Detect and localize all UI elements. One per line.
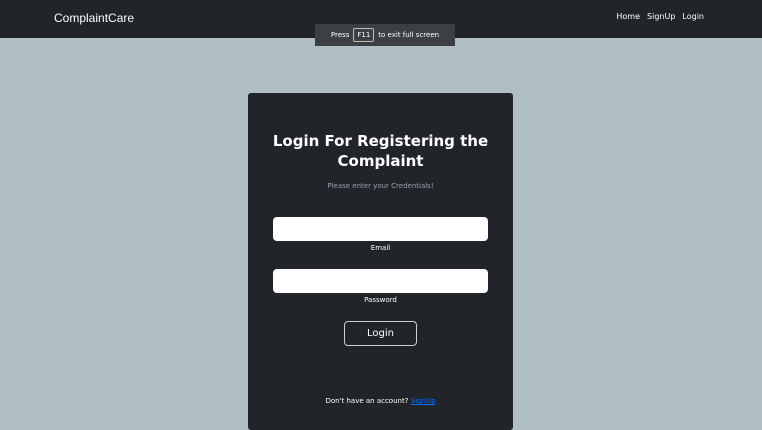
nav-link-login[interactable]: Login — [682, 12, 704, 21]
password-input[interactable] — [273, 269, 488, 293]
notice-prefix: Press — [330, 31, 350, 39]
nav-link-signup[interactable]: SignUp — [647, 12, 675, 21]
notice-suffix: to exit full screen — [378, 31, 440, 39]
f11-key: F11 — [353, 28, 375, 42]
login-card: Login For Registering the Complaint Plea… — [248, 93, 513, 430]
brand-logo-text[interactable]: ComplaintCare — [54, 11, 134, 25]
nav-links: Home SignUp Login — [616, 12, 704, 21]
login-title: Login For Registering the Complaint — [272, 132, 489, 170]
login-button[interactable]: Login — [344, 321, 417, 346]
signup-prompt-row: Don't have an account? SignUp — [248, 397, 513, 405]
fullscreen-exit-notice: Press F11 to exit full screen — [315, 24, 455, 46]
password-label: Password — [364, 296, 397, 304]
signup-link[interactable]: SignUp — [411, 397, 436, 405]
signup-prompt-text: Don't have an account? — [325, 397, 409, 405]
email-input[interactable] — [273, 217, 488, 241]
email-label: Email — [370, 244, 391, 252]
nav-link-home[interactable]: Home — [616, 12, 640, 21]
login-subtitle: Please enter your Credentials! — [327, 182, 434, 190]
